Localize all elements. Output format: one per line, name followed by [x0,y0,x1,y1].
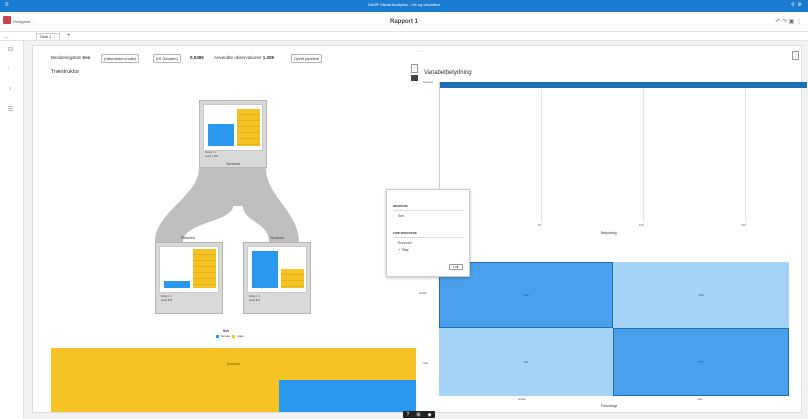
popup-divider-2 [393,237,465,238]
tree-legend: female male [216,334,244,338]
popup-add-label: Tilføj [400,248,409,252]
popup-predictor-value[interactable]: Survived [398,241,412,245]
left-bar-male [193,249,216,288]
popup-divider-1 [393,210,465,211]
plus-icon: + [398,248,401,252]
right-note-1: Node n: 3 [249,295,260,298]
left-node-chart [159,246,219,293]
popup-add-predictor[interactable]: + Tilføj [398,248,408,252]
popup-predictors-heading: FORUDSIGTERE [393,231,417,235]
col-label-male: male [697,398,703,401]
tab-label: Side 1 [40,34,52,39]
grid-icon[interactable]: ⊞ [416,412,420,418]
left-note-1: Node n: 2 [161,295,172,298]
left-rail: ⊟ ⫶ ♀ ☰ [0,41,24,419]
panel-toggle-icon[interactable] [411,75,418,81]
comment-icon[interactable]: ◆ [428,412,432,418]
cell-female-male[interactable]: 126 [613,262,789,328]
suggest-icon[interactable]: ♀ [8,86,13,92]
tab-side-1[interactable]: Side 1 ⋮ [36,33,61,40]
legend-swatch-female [216,334,219,338]
right-node-chart [247,246,307,293]
row-label-female: female [419,292,427,295]
right-bar-female [252,251,278,288]
x-tick-150: 150 [741,223,747,227]
bottom-toolbar: ? ⊞ ◆ [403,411,435,418]
importance-bar[interactable] [440,82,807,88]
icicle-left[interactable] [51,380,279,412]
roles-popup: RESPONS Sex FORUDSIGTERE Survived + Tilf… [386,189,470,277]
col-label-female: female [518,398,526,401]
root-note-1: Node n: 1 [205,151,216,154]
importance-title: Variabelbetydning [424,70,472,76]
tree-left-node[interactable]: Node n: 2 antal: 808 [155,242,223,314]
confusion-x-label: Forudsagt [601,404,617,408]
grid-50 [541,82,542,222]
report-toolbar: Rediger­er... Rapport 1 ↶ ↷ ▣ ⋮ [0,12,808,32]
tab-bar: — Side 1 ⋮ + [0,32,808,41]
tree-right-node[interactable]: Node n: 3 antal: 501 [243,242,311,314]
root-node-chart [203,104,263,151]
header-icons[interactable]: ⚲ ⚙ [791,2,802,8]
root-label: Survived [226,162,240,166]
cell-male-male[interactable]: 677 [613,328,789,396]
importance-bar-label: Survived [423,81,433,84]
row-label-male: male [423,362,429,365]
report-canvas: Beslutningstræ Sex (hændelse=mulie) KS (… [32,45,807,413]
root-bar-male [237,109,260,146]
legend-swatch-male [232,334,236,338]
right-child-label: Survived [270,236,284,240]
right-note-2: antal: 501 [249,299,260,302]
popup-close-button[interactable]: Luk [449,264,463,270]
flow-left [155,168,233,242]
icicle-right[interactable] [279,380,416,412]
root-bar-female [208,124,234,146]
x-tick-50: 50 [538,223,542,227]
importance-x-label: Betydning [601,231,617,235]
root-note-2: antal: 1.309 [205,155,219,158]
legend-title: Sex [223,329,230,333]
cell-male-female[interactable]: 161 [439,328,613,396]
data-icon[interactable]: ⊟ [8,46,13,53]
report-title: Rapport 1 [389,19,418,25]
tab-menu-icon[interactable]: — [4,34,8,39]
popup-response-value[interactable]: Sex [398,214,404,218]
panel-menu-button[interactable]: ⋮ [411,64,418,73]
popup-response-heading: RESPONS [393,204,408,208]
flow-right [233,168,299,242]
grid-100 [643,82,644,222]
add-tab-button[interactable]: + [67,33,71,39]
app-title: SAS® Visual Analytics - Vis og visualise… [367,2,441,7]
objects-icon[interactable]: ⫶ [8,66,10,73]
toolbar-right-icons[interactable]: ↶ ↷ ▣ ⋮ [775,18,802,25]
outline-icon[interactable]: ☰ [8,106,13,113]
right-bar-male [281,269,304,288]
grid-150 [745,82,746,222]
left-bar-female [164,281,190,288]
left-note-2: antal: 808 [161,299,172,302]
app-header: ≡ SAS® Visual Analytics - Vis og visuali… [0,0,808,12]
tree-root-node[interactable]: Node n: 1 antal: 1.309 Survived [199,100,267,168]
left-child-label: Perished [181,236,195,240]
icicle-root[interactable]: Survived [51,348,416,380]
right-panel-menu[interactable]: ⋮ [792,51,799,60]
help-icon[interactable]: ? [407,412,410,418]
legend-female: female [221,334,231,338]
x-tick-100: 100 [639,223,645,227]
legend-male: male [237,334,244,338]
